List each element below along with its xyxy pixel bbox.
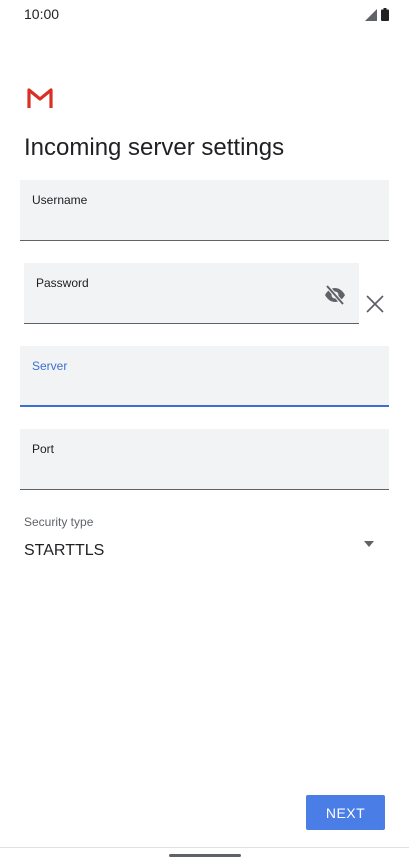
home-gesture-handle[interactable] [169,854,241,857]
battery-icon [381,8,389,21]
security-type-label: Security type [24,515,94,529]
username-label: Username [32,193,88,207]
password-label: Password [36,276,89,290]
server-field[interactable]: Server [20,346,389,407]
status-icons [365,8,389,21]
port-label: Port [32,442,55,456]
signal-icon [365,8,377,21]
next-button[interactable]: NEXT [306,795,385,830]
status-bar: 10:00 [0,0,409,28]
security-type-select[interactable]: STARTTLS [24,542,104,560]
username-field[interactable]: Username [20,180,389,241]
port-field[interactable]: Port [20,429,389,490]
dropdown-arrow-icon[interactable] [364,541,374,547]
password-field[interactable]: Password [24,263,359,324]
gmail-logo [27,88,53,108]
page-title: Incoming server settings [24,134,285,161]
visibility-off-icon[interactable] [323,283,347,307]
close-icon[interactable] [365,294,385,314]
nav-divider [0,847,409,848]
status-time: 10:00 [24,6,60,22]
server-label: Server [32,359,68,373]
